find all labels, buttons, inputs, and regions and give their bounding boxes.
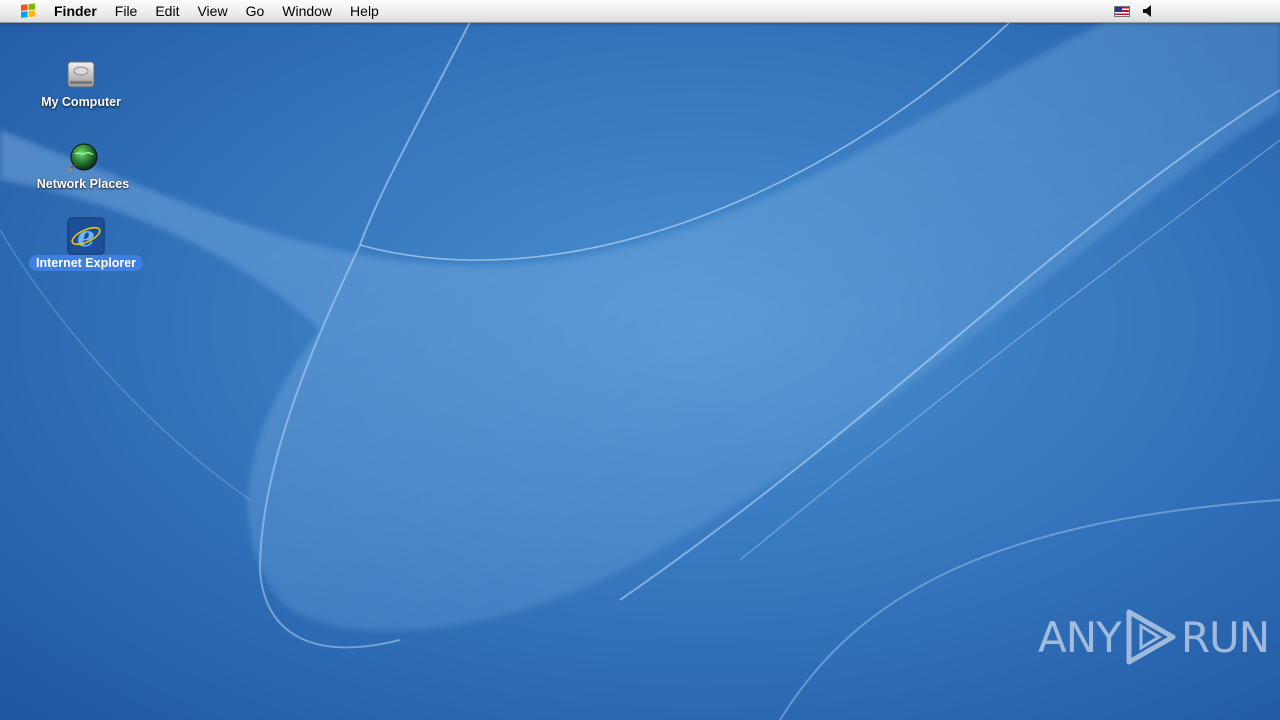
desktop-icon-my-computer[interactable]: My Computer <box>16 58 146 110</box>
svg-text:e: e <box>77 220 95 253</box>
internet-explorer-icon: e <box>67 217 105 255</box>
desktop-icon-internet-explorer[interactable]: e Internet Explorer <box>21 217 151 271</box>
menu-help[interactable]: Help <box>341 0 388 22</box>
menu-bar: Finder File Edit View Go Window Help <box>0 0 1280 23</box>
menu-go[interactable]: Go <box>237 0 274 22</box>
watermark-left-text: ANY <box>1038 612 1122 662</box>
desktop-icon-network-places[interactable]: Network Places <box>18 140 148 192</box>
network-globe-icon <box>67 143 98 172</box>
watermark-right-text: RUN <box>1180 612 1270 662</box>
menu-view[interactable]: View <box>188 0 236 22</box>
speaker-icon[interactable] <box>1142 4 1154 18</box>
menu-edit[interactable]: Edit <box>146 0 188 22</box>
menu-finder[interactable]: Finder <box>54 0 106 22</box>
play-logo-icon <box>1126 609 1176 665</box>
hard-drive-icon <box>67 61 95 88</box>
desktop-icon-label: My Computer <box>41 95 121 109</box>
menu-window[interactable]: Window <box>273 0 341 22</box>
menu-extras <box>1114 0 1154 22</box>
apple-menu-icon[interactable] <box>20 3 36 19</box>
desktop-icon-label: Internet Explorer <box>28 255 144 271</box>
desktop[interactable]: Finder File Edit View Go Window Help My … <box>0 0 1280 720</box>
desktop-icon-label: Network Places <box>36 177 130 191</box>
menu-file[interactable]: File <box>106 0 147 22</box>
anyrun-watermark: ANY RUN <box>1038 606 1270 668</box>
us-flag-icon[interactable] <box>1114 5 1130 17</box>
